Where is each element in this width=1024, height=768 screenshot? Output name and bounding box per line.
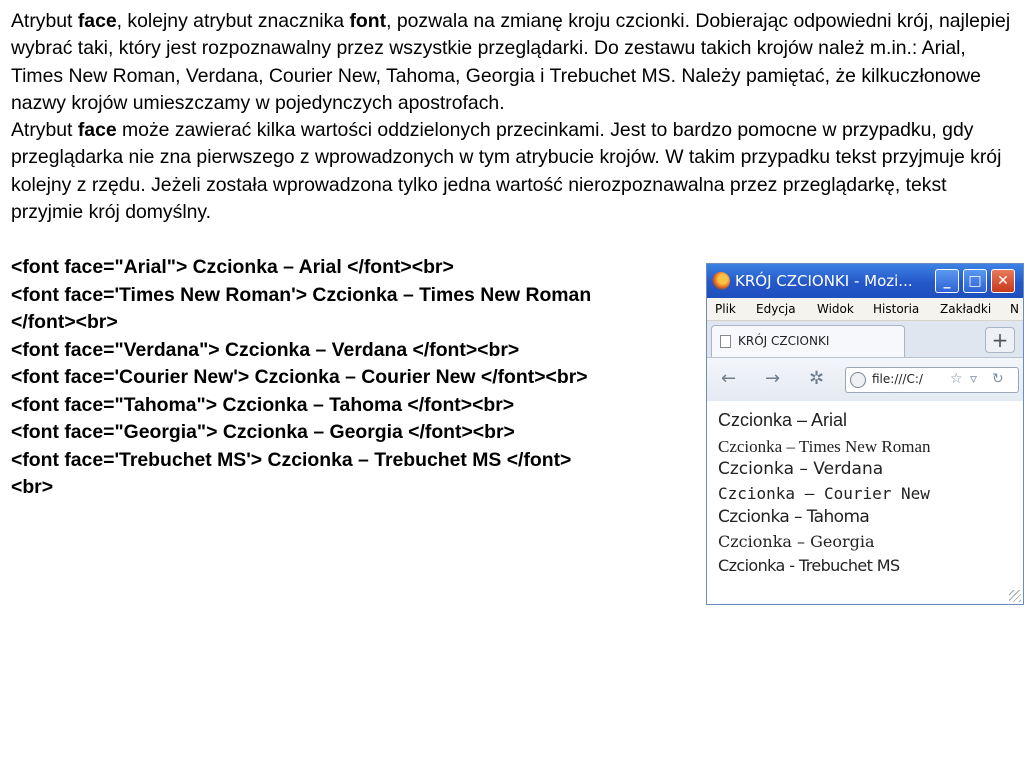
code-line: <font face='Times New Roman'> Czcionka –… bbox=[11, 283, 592, 306]
sample-tahoma: Czcionka – Tahoma bbox=[718, 507, 870, 527]
sample-courier-new: Czcionka – Courier New bbox=[718, 484, 930, 503]
code-line: <font face="Georgia"> Czcionka – Georgia… bbox=[11, 421, 515, 443]
sample-georgia: Czcionka – Georgia bbox=[718, 532, 875, 551]
code-line: <font face='Trebuchet MS'> Czcionka – Tr… bbox=[11, 448, 572, 471]
menu-zakladki[interactable]: Zakładki bbox=[940, 302, 991, 316]
close-button[interactable]: ✕ bbox=[991, 269, 1015, 293]
tab-kroj-czcionki[interactable]: KRÓJ CZCIONKI bbox=[711, 325, 905, 357]
sample-trebuchet-ms: Czcionka - Trebuchet MS bbox=[718, 556, 900, 575]
history-icon[interactable]: ✲ bbox=[809, 368, 824, 389]
paragraph-face-multiple: Atrybut face może zawierać kilka wartośc… bbox=[11, 119, 1002, 224]
keyword-face: face bbox=[77, 119, 117, 142]
url-text: file:///C:/ bbox=[872, 372, 923, 386]
menu-historia[interactable]: Historia bbox=[873, 302, 919, 316]
code-line: <font face="Arial"> Czcionka – Arial </f… bbox=[11, 256, 454, 278]
sample-verdana: Czcionka – Verdana bbox=[718, 459, 884, 479]
dropdown-arrow-icon[interactable]: ▿ bbox=[970, 371, 977, 387]
page-icon bbox=[720, 335, 731, 348]
paragraph-face-intro: Atrybut face, kolejny atrybut znacznika … bbox=[11, 10, 1011, 114]
code-line: </font><br> bbox=[11, 311, 118, 333]
new-tab-button[interactable]: + bbox=[985, 327, 1015, 353]
menu-edycja[interactable]: Edycja bbox=[756, 302, 796, 316]
menu-plik[interactable]: Plik bbox=[715, 302, 736, 316]
sample-times-new-roman: Czcionka – Times New Roman bbox=[718, 437, 931, 456]
tab-bar: KRÓJ CZCIONKI + bbox=[707, 321, 1023, 358]
globe-icon bbox=[850, 372, 866, 388]
back-arrow-icon[interactable]: ← bbox=[721, 368, 736, 389]
menu-widok[interactable]: Widok bbox=[817, 302, 854, 316]
maximize-button[interactable]: □ bbox=[963, 269, 987, 293]
code-line: <font face="Tahoma"> Czcionka – Tahoma <… bbox=[11, 393, 515, 416]
menu-narzedzia[interactable]: N bbox=[1010, 302, 1019, 316]
code-line: <font face="Verdana"> Czcionka – Verdana… bbox=[11, 338, 520, 361]
window-title: KRÓJ CZCIONKI - Mozi... bbox=[735, 272, 913, 290]
minimize-button[interactable]: _ bbox=[935, 269, 959, 293]
code-line: <br> bbox=[11, 476, 54, 498]
tab-label: KRÓJ CZCIONKI bbox=[738, 334, 830, 348]
window-titlebar[interactable]: KRÓJ CZCIONKI - Mozi... _ □ ✕ bbox=[707, 264, 1023, 298]
resize-grip-icon[interactable] bbox=[1009, 590, 1021, 602]
sample-arial: Czcionka – Arial bbox=[718, 410, 848, 430]
code-line: <font face='Courier New'> Czcionka – Cou… bbox=[11, 366, 588, 388]
keyword-font: font bbox=[349, 10, 387, 32]
address-bar[interactable]: file:///C:/ ☆ ▿ ↻ bbox=[845, 367, 1019, 393]
slide-body-text: Atrybut face, kolejny atrybut znacznika … bbox=[11, 8, 1016, 226]
keyword-face: face bbox=[77, 10, 117, 32]
reload-icon[interactable]: ↻ bbox=[992, 371, 1004, 387]
star-icon[interactable]: ☆ bbox=[950, 371, 963, 387]
firefox-icon bbox=[712, 272, 730, 290]
forward-arrow-icon[interactable]: → bbox=[765, 368, 780, 389]
code-example: <font face="Arial"> Czcionka – Arial </f… bbox=[11, 254, 701, 502]
navigation-toolbar: ← → ✲ file:///C:/ ☆ ▿ ↻ bbox=[707, 358, 1023, 403]
browser-window-screenshot: KRÓJ CZCIONKI - Mozi... _ □ ✕ Plik Edycj… bbox=[706, 263, 1024, 605]
page-content: Czcionka – Arial Czcionka – Times New Ro… bbox=[707, 401, 1023, 604]
menu-bar: Plik Edycja Widok Historia Zakładki N bbox=[707, 298, 1023, 321]
